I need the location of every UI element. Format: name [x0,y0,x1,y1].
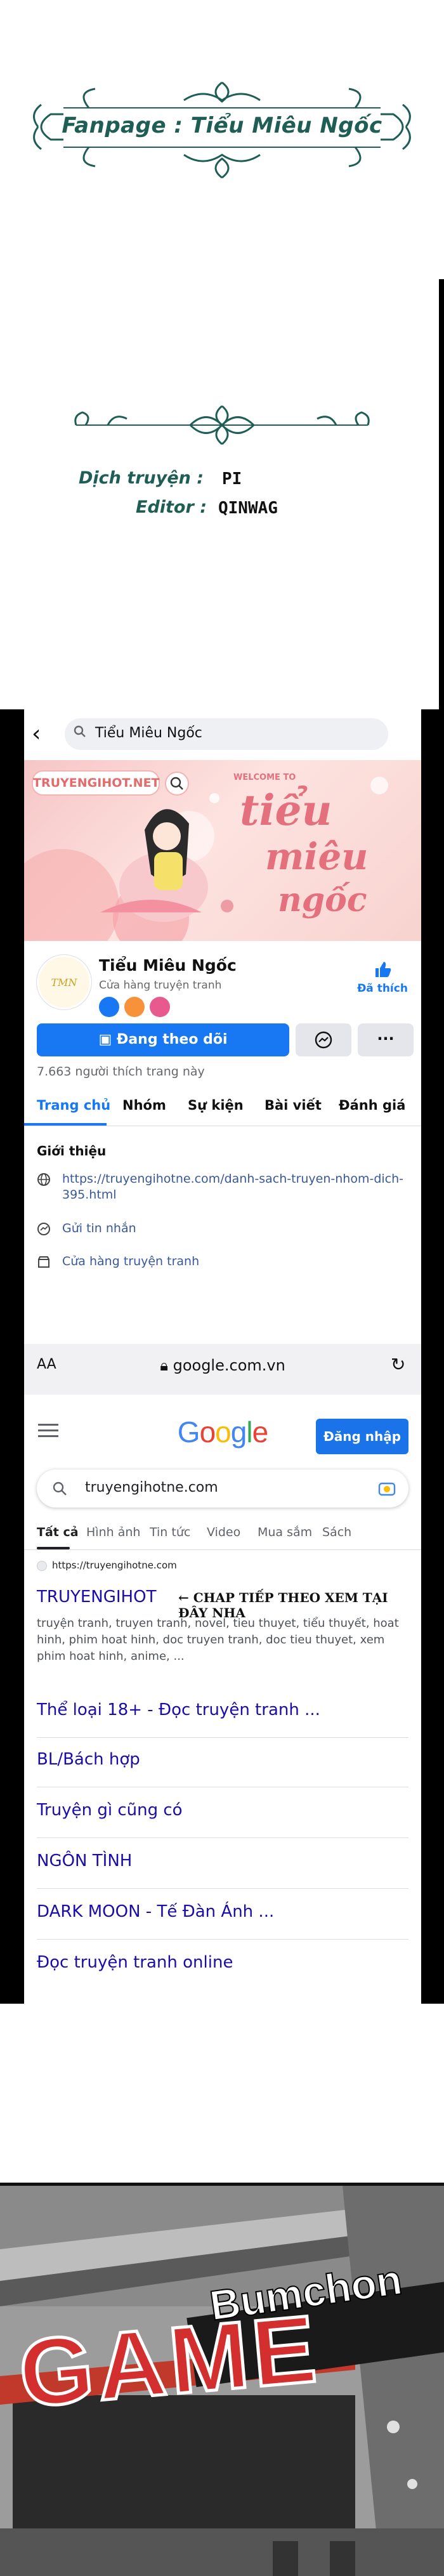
thumbs-up-icon [375,962,391,977]
cover-title-line-2: miêu [265,835,369,878]
messenger-icon [37,1223,50,1235]
intro-message-row[interactable]: Gửi tin nhắn [37,1221,411,1240]
badge-icon [124,997,145,1017]
page-name[interactable]: Tiểu Miêu Ngốc [99,956,237,975]
logo-letter: o [215,1416,232,1449]
likes-count: 7.663 người thích trang này [37,1065,205,1079]
badge-icon [150,997,170,1017]
tab-video[interactable]: Video [207,1525,240,1539]
intro-category-row[interactable]: Cửa hàng truyện tranh [37,1254,411,1273]
sitelink[interactable]: Truyện gì cũng có [37,1801,408,1820]
avatar[interactable]: TMN [37,955,91,1009]
cover-site-badge: TRUYENGIHOT.NET [32,770,160,796]
cover-search-icon [165,772,189,796]
fanpage-title: Fanpage : Tiểu Miêu Ngốc [62,113,382,138]
divider [37,1737,408,1738]
fb-search-text: Tiểu Miêu Ngốc [95,725,202,741]
credits-section: Fanpage : Tiểu Miêu Ngốc Dịch truyện : P… [0,0,444,711]
svg-text:TMN: TMN [51,976,77,989]
editor-name: QINWAG [218,499,278,518]
google-query: truyengihotne.com [85,1480,218,1495]
browser-address-bar[interactable]: AA 🔒︎ google.com.vn ↻ [24,1344,421,1395]
cover-title-line-1: tiểu [240,785,332,835]
browser-url: google.com.vn [173,1357,285,1374]
result-snippet: truyện tranh, truyen tranh, novel, tieu … [37,1617,399,1663]
following-label: Đang theo dõi [116,1032,228,1048]
shop-icon [38,1256,49,1268]
reload-icon[interactable]: ↻ [391,1354,405,1375]
translator-name: PI [222,470,242,489]
intro-category-text: Cửa hàng truyện tranh [62,1254,200,1268]
sitelink[interactable]: Đọc truyện tranh online [37,1953,408,1972]
logo-letter: e [252,1416,269,1449]
search-icon [53,1482,67,1495]
sitelink[interactable]: BL/Bách hợp [37,1750,408,1769]
fb-top-bar: ‹ Tiểu Miêu Ngốc [24,709,421,759]
intro-link-row[interactable]: https://truyengihotne.com/danh-sach-truy… [37,1171,411,1206]
tab-home[interactable]: Trang chủ [37,1098,110,1113]
tab-reviews[interactable]: Đánh giá [339,1098,405,1113]
fb-tabs: Trang chủ Nhóm Sự kiện Bài viết Đánh giá [24,1090,421,1126]
logo-letter: l [246,1416,252,1449]
intro-link-text: https://truyengihotne.com/danh-sach-truy… [62,1172,404,1202]
divider [37,1888,408,1889]
follow-check-icon: ▣ [98,1032,117,1048]
following-button[interactable]: ▣ Đang theo dõi [37,1023,289,1056]
cover-title-line-3: ngốc [278,881,367,919]
tab-groups[interactable]: Nhóm [122,1098,166,1113]
divider [37,1939,408,1940]
sitelink[interactable]: DARK MOON - Tế Đàn Ánh ... [37,1902,408,1921]
browser-url-row[interactable]: 🔒︎ google.com.vn [24,1357,421,1374]
sign-in-button[interactable]: Đăng nhập [316,1419,408,1454]
result-title[interactable]: TRUYENGIHOT [37,1587,156,1607]
cover-welcome: WELCOME TO [233,773,296,782]
lock-icon: 🔒︎ [160,1357,173,1374]
tab-shopping[interactable]: Mua sắm [258,1525,312,1539]
phone-screenshot: ‹ Tiểu Miêu Ngốc TRUYENGIHOT.NET WELCOME… [24,709,421,2004]
fb-cover-photo[interactable]: TRUYENGIHOT.NET WELCOME TO tiểu miêu ngố… [24,760,421,941]
intro-heading: Giới thiệu [37,1143,107,1159]
messenger-icon [315,1031,332,1049]
google-search-box[interactable]: truyengihotne.com [37,1469,408,1508]
screenshot-collage: ‹ Tiểu Miêu Ngốc TRUYENGIHOT.NET WELCOME… [0,709,444,2004]
logo-letter: g [230,1416,247,1449]
fb-search-field[interactable]: Tiểu Miêu Ngốc [65,718,388,750]
active-tab-indicator [24,1123,107,1126]
tab-all[interactable]: Tất cả [37,1525,79,1539]
sitelink[interactable]: NGÔN TÌNH [37,1851,408,1870]
liked-button[interactable]: Đã thích [354,960,411,995]
page-category: Cửa hàng truyện tranh [99,979,222,992]
tab-books[interactable]: Sách [322,1525,351,1539]
google-tabs: Tất cả Hình ảnh Tin tức Video Mua sắm Sá… [24,1514,421,1550]
active-tab-indicator [37,1547,70,1549]
editor-label: Editor : [136,497,207,517]
badge-icon [99,997,119,1017]
back-arrow-icon[interactable]: ‹ [32,721,41,747]
translator-label: Dịch truyện : [79,468,204,488]
tab-events[interactable]: Sự kiện [188,1098,244,1113]
tab-posts[interactable]: Bài viết [264,1098,322,1113]
more-options-button[interactable]: ··· [358,1023,414,1056]
logo-letter: G [177,1416,200,1449]
sitelink[interactable]: Thể loại 18+ - Đọc truyện tranh ... [37,1700,408,1719]
edge-bar [439,279,444,711]
favicon-icon [37,1561,47,1571]
search-icon [74,725,86,737]
result-site-url[interactable]: https://truyengihotne.com [52,1560,177,1571]
divider [37,1837,408,1838]
google-header: Google Đăng nhập [24,1401,421,1464]
globe-icon [37,1173,50,1186]
tab-images[interactable]: Hình ảnh [86,1525,140,1539]
liked-label: Đã thích [357,982,408,995]
fb-profile-row: TMN Tiểu Miêu Ngốc Cửa hàng truyện tranh… [24,941,421,1023]
intro-message-text: Gửi tin nhắn [62,1221,136,1235]
tab-news[interactable]: Tin tức [150,1525,190,1539]
comic-panel: Bumchon GAME [0,2186,444,2576]
camera-lens-icon[interactable] [378,1480,396,1497]
divider-ornament-icon [74,405,370,445]
logo-letter: o [199,1416,216,1449]
messenger-button[interactable] [296,1023,351,1056]
